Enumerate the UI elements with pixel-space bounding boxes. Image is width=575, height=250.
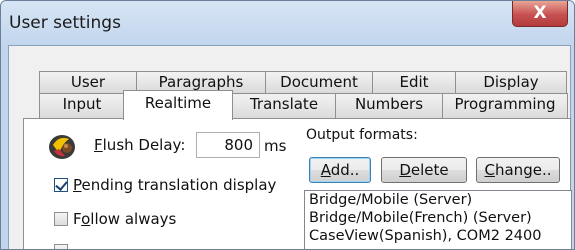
flush-delay-unit: ms <box>264 137 287 155</box>
add-button[interactable]: Add.. <box>309 157 371 183</box>
tab-label: User <box>70 73 106 91</box>
change-button[interactable]: Change.. <box>476 157 560 183</box>
tab-numbers[interactable]: Numbers <box>335 93 443 119</box>
tab-label: Input <box>62 95 102 113</box>
tab-realtime[interactable]: Realtime <box>123 90 233 120</box>
pending-translation-checkbox[interactable] <box>54 178 68 192</box>
list-item[interactable]: CaseView(Spanish), COM2 2400 <box>309 228 541 244</box>
output-formats-list[interactable]: Bridge/Mobile (Server) Bridge/Mobile(Fre… <box>304 190 572 249</box>
stenograph-icon <box>49 135 75 159</box>
tab-label: Document <box>280 73 358 91</box>
flush-delay-label: Flush Delay: <box>94 136 186 154</box>
list-item[interactable]: Bridge/Mobile (Server) <box>309 192 472 208</box>
delete-button-label: elete <box>410 161 449 179</box>
add-button-label: dd.. <box>330 161 360 179</box>
dialog-title: User settings <box>9 13 121 33</box>
title-bar[interactable]: User settings X <box>1 1 574 45</box>
delete-button-accel: D <box>399 161 411 179</box>
tab-edit[interactable]: Edit <box>372 71 456 93</box>
tab-programming[interactable]: Programming <box>442 93 568 119</box>
delete-button[interactable]: Delete <box>381 157 467 183</box>
change-button-accel: C <box>484 161 495 179</box>
tab-translate[interactable]: Translate <box>232 93 336 119</box>
tab-label: Realtime <box>144 94 212 112</box>
list-item[interactable]: Bridge/Mobile(French) (Server) <box>309 210 532 226</box>
close-button[interactable]: X <box>512 1 568 27</box>
tab-display[interactable]: Display <box>455 71 567 93</box>
tab-document[interactable]: Document <box>265 71 373 93</box>
tab-label: Edit <box>399 73 429 91</box>
change-button-label: hange.. <box>494 161 552 179</box>
option-checkbox-partially-visible[interactable] <box>54 244 68 249</box>
tab-label: Numbers <box>354 95 424 113</box>
tab-label: Paragraphs <box>158 73 244 91</box>
flush-delay-input[interactable]: 800 <box>196 132 260 158</box>
tab-label: Translate <box>249 95 319 113</box>
tab-label: Programming <box>454 95 556 113</box>
follow-always-checkbox[interactable] <box>54 212 68 226</box>
close-icon: X <box>533 3 547 23</box>
pending-translation-label[interactable]: Pending translation display <box>73 176 276 194</box>
tab-label: Display <box>483 73 539 91</box>
user-settings-dialog: User settings X User Paragraphs Document… <box>0 0 575 250</box>
add-button-accel: A <box>320 161 331 179</box>
follow-always-label[interactable]: Follow always <box>73 210 176 228</box>
tab-input[interactable]: Input <box>39 93 125 119</box>
output-formats-label: Output formats: <box>306 127 418 143</box>
